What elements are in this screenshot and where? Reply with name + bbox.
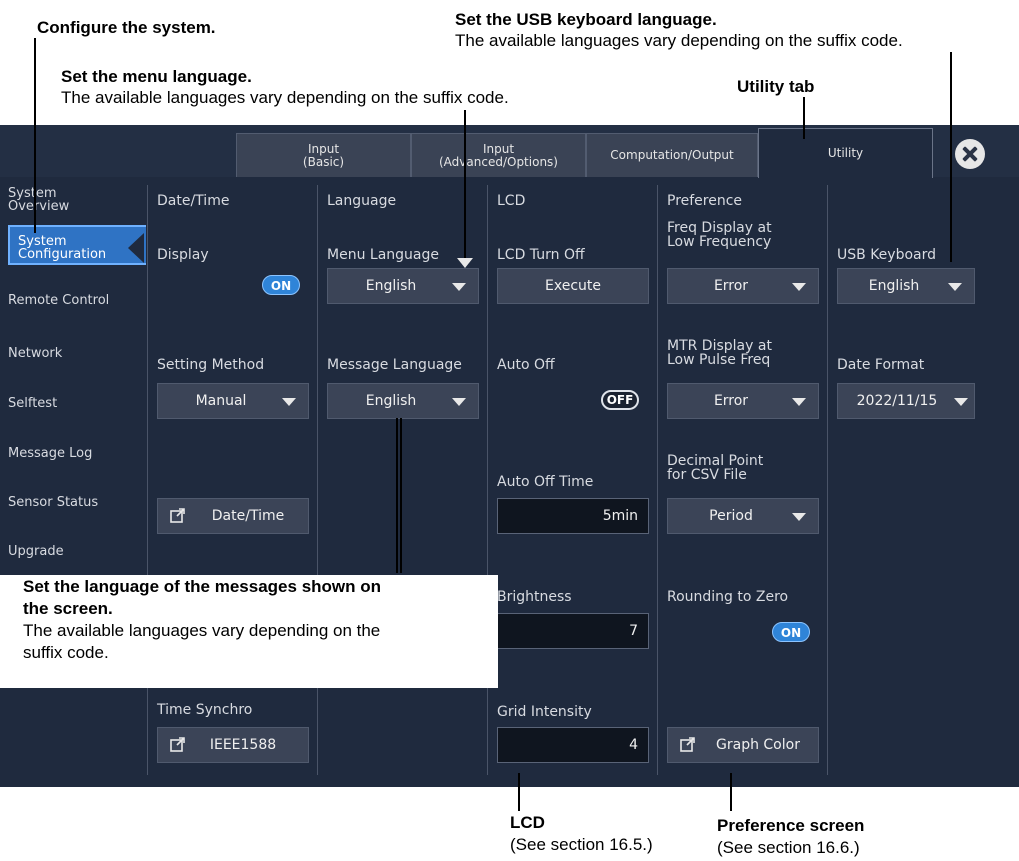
- tab-input-advanced[interactable]: Input (Advanced/Options): [411, 133, 586, 177]
- setting-method-label: Setting Method: [157, 357, 265, 373]
- freq-display-select[interactable]: Error: [667, 268, 819, 304]
- language-header: Language: [327, 193, 397, 209]
- column-divider: [827, 185, 828, 775]
- auto-off-toggle[interactable]: OFF: [601, 390, 639, 410]
- display-label: Display: [157, 247, 209, 263]
- annotation-pref-title: Preference screen: [717, 816, 865, 835]
- menu-language-label: Menu Language: [327, 247, 439, 263]
- leader-line: [396, 418, 398, 573]
- sidebar-item-remote-control[interactable]: Remote Control: [0, 294, 147, 307]
- usb-keyboard-label: USB Keyboard: [837, 247, 936, 263]
- sidebar-item-system-overview[interactable]: System Overview: [0, 187, 147, 213]
- brightness-label: Brightness: [497, 589, 572, 605]
- lcd-turn-off-label: LCD Turn Off: [497, 247, 585, 263]
- setting-method-select[interactable]: Manual: [157, 383, 309, 419]
- leader-line: [803, 97, 805, 139]
- preference-header: Preference: [667, 193, 743, 209]
- rounding-to-zero-label: Rounding to Zero: [667, 589, 789, 605]
- annotation-message-body-2: suffix code.: [23, 643, 109, 662]
- annotation-message-title-2: the screen.: [23, 599, 113, 618]
- datetime-button[interactable]: Date/Time: [157, 498, 309, 534]
- close-icon[interactable]: [955, 139, 985, 169]
- auto-off-label: Auto Off: [497, 357, 555, 373]
- sidebar-item-selftest[interactable]: Selftest: [0, 397, 147, 410]
- auto-off-time-field[interactable]: 5min: [497, 498, 649, 534]
- sidebar-item-sensor-status[interactable]: Sensor Status: [0, 496, 147, 509]
- sidebar-item-message-log[interactable]: Message Log: [0, 447, 147, 460]
- tab-computation-output[interactable]: Computation/Output: [586, 133, 758, 177]
- tab-utility[interactable]: Utility: [758, 128, 933, 178]
- message-language-select[interactable]: English: [327, 383, 479, 419]
- sidebar-active-notch: [128, 233, 144, 263]
- annotation-configure: Configure the system.: [37, 18, 216, 37]
- freq-display-label: Freq Display at Low Frequency: [667, 220, 772, 250]
- annotation-message-title-1: Set the language of the messages shown o…: [23, 577, 382, 596]
- annotation-message-body-1: The available languages vary depending o…: [23, 621, 381, 640]
- mtr-display-label: MTR Display at Low Pulse Freq: [667, 338, 772, 368]
- lcd-execute-button[interactable]: Execute: [497, 268, 649, 304]
- popup-icon: [680, 737, 695, 752]
- popup-icon: [170, 508, 185, 523]
- annotation-menu-title: Set the menu language.: [61, 67, 252, 86]
- annotation-lcd-title: LCD: [510, 813, 545, 832]
- arrow-head: [457, 258, 473, 268]
- leader-line: [464, 110, 466, 260]
- time-synchro-label: Time Synchro: [157, 702, 253, 718]
- annotation-menu-body: The available languages vary depending o…: [61, 88, 509, 107]
- sidebar: System Overview System Configuration Remot…: [0, 177, 147, 787]
- leader-line: [730, 773, 732, 811]
- annotation-usb-title: Set the USB keyboard language.: [455, 10, 717, 29]
- grid-intensity-field[interactable]: 4: [497, 727, 649, 763]
- leader-line: [400, 418, 402, 573]
- column-divider: [657, 185, 658, 775]
- annotation-lcd-ref: (See section 16.5.): [510, 835, 653, 854]
- popup-icon: [170, 737, 185, 752]
- brightness-field[interactable]: 7: [497, 613, 649, 649]
- annotation-pref-ref: (See section 16.6.): [717, 838, 860, 857]
- time-synchro-button[interactable]: IEEE1588: [157, 727, 309, 763]
- message-language-label: Message Language: [327, 357, 462, 373]
- leader-line: [950, 52, 952, 262]
- sidebar-item-system-configuration[interactable]: System Configuration: [8, 225, 146, 265]
- display-toggle[interactable]: ON: [262, 275, 300, 295]
- date-format-select[interactable]: 2022/11/15: [837, 383, 975, 419]
- leader-line: [518, 773, 520, 811]
- annotation-usb-body: The available languages vary depending o…: [455, 31, 903, 50]
- usb-keyboard-select[interactable]: English: [837, 268, 975, 304]
- mtr-display-select[interactable]: Error: [667, 383, 819, 419]
- sidebar-item-upgrade[interactable]: Upgrade: [0, 545, 147, 558]
- auto-off-time-label: Auto Off Time: [497, 474, 594, 490]
- graph-color-button[interactable]: Graph Color: [667, 727, 819, 763]
- sidebar-item-network[interactable]: Network: [0, 347, 147, 360]
- tab-input-basic[interactable]: Input (Basic): [236, 133, 411, 177]
- rounding-to-zero-toggle[interactable]: ON: [772, 622, 810, 642]
- leader-line: [34, 38, 36, 233]
- annotation-utility-tab: Utility tab: [737, 77, 815, 96]
- grid-intensity-label: Grid Intensity: [497, 704, 592, 720]
- decimal-point-select[interactable]: Period: [667, 498, 819, 534]
- decimal-point-label: Decimal Point for CSV File: [667, 453, 764, 483]
- lcd-header: LCD: [497, 193, 526, 209]
- tab-bar: Input (Basic) Input (Advanced/Options) Com…: [0, 125, 1019, 178]
- datetime-header: Date/Time: [157, 193, 230, 209]
- menu-language-select[interactable]: English: [327, 268, 479, 304]
- date-format-label: Date Format: [837, 357, 925, 373]
